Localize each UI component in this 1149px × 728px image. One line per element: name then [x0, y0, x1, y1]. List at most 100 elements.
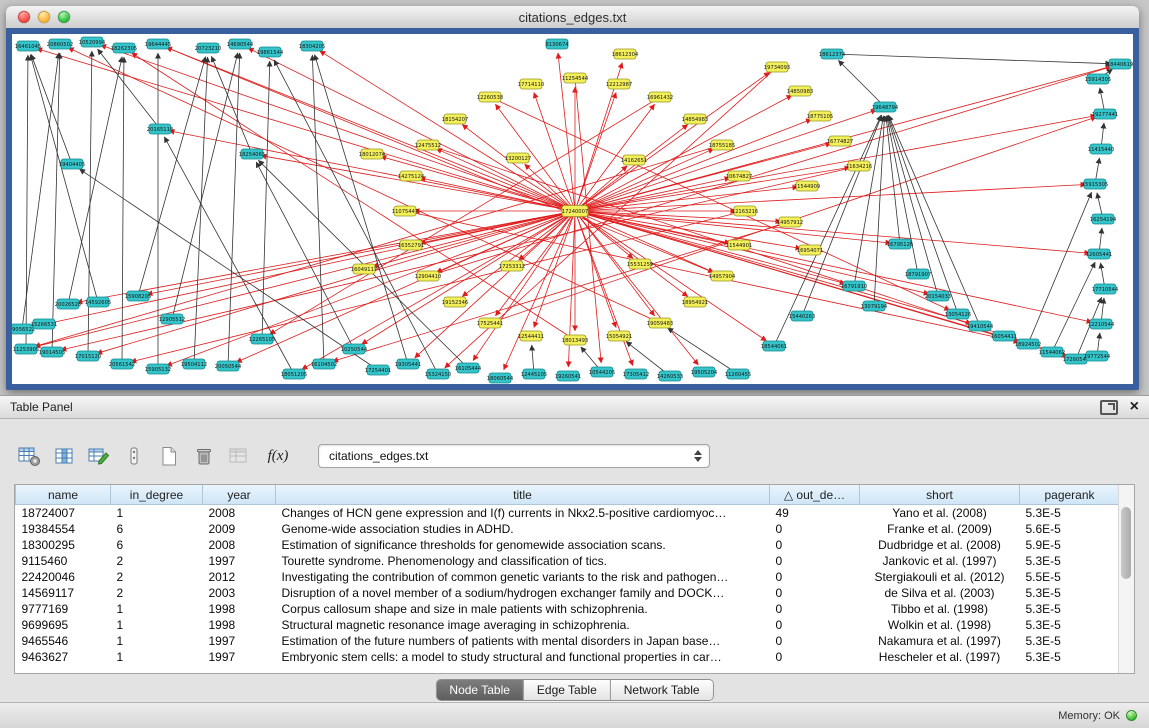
table-cell[interactable]: 9777169 [16, 601, 111, 617]
table-cell[interactable]: 6 [111, 537, 203, 553]
graph-edge[interactable] [1028, 192, 1092, 344]
graph-node[interactable]: 17305412 [623, 369, 649, 379]
graph-node[interactable]: 11415440 [1088, 144, 1114, 154]
graph-node[interactable]: 13054126 [945, 309, 971, 319]
edit-table-icon[interactable] [86, 444, 112, 468]
graph-node[interactable]: 19505204 [691, 367, 718, 377]
graph-node[interactable]: 12265105 [249, 334, 275, 344]
minimize-window-button[interactable] [38, 11, 50, 23]
graph-edge[interactable] [30, 55, 98, 302]
table-cell[interactable]: 1997 [203, 633, 276, 649]
table-cell[interactable]: Embryonic stem cells: a model to study s… [276, 649, 770, 665]
graph-node[interactable]: 16774827 [827, 136, 853, 146]
graph-node[interactable]: 20165118 [147, 124, 173, 134]
graph-node[interactable]: 17240007 [562, 206, 588, 217]
new-document-icon[interactable] [156, 444, 182, 468]
graph-node[interactable]: 14854983 [682, 114, 708, 124]
table-cell[interactable]: 2 [111, 569, 203, 585]
graph-node[interactable]: 16791910 [841, 281, 867, 291]
graph-node[interactable]: 16105444 [455, 363, 482, 373]
graph-node[interactable]: 18304205 [299, 41, 325, 51]
table-cell[interactable]: 5.3E-5 [1020, 505, 1120, 522]
graph-edge[interactable] [169, 131, 575, 211]
column-header-name[interactable]: name [16, 485, 111, 505]
graph-node[interactable]: 19305441 [395, 359, 421, 369]
table-cell[interactable]: Wolkin et al. (1998) [860, 617, 1020, 633]
graph-edge[interactable] [575, 116, 1096, 211]
table-cell[interactable]: Nakamura et al. (1997) [860, 633, 1020, 649]
graph-edge[interactable] [147, 211, 575, 294]
graph-node[interactable]: 18262305 [111, 43, 137, 53]
table-cell[interactable]: 5.3E-5 [1020, 585, 1120, 601]
tab-edge-table[interactable]: Edge Table [524, 680, 611, 700]
graph-node[interactable]: 8130674 [545, 39, 569, 49]
graph-edge[interactable] [838, 60, 885, 107]
graph-node[interactable]: 19734093 [764, 62, 790, 72]
graph-node[interactable]: 12544411 [518, 331, 544, 341]
table-cell[interactable]: 5.9E-5 [1020, 537, 1120, 553]
graph-node[interactable]: 16352791 [398, 240, 424, 250]
table-cell[interactable]: 2008 [203, 505, 276, 522]
table-cell[interactable]: Investigating the contribution of common… [276, 569, 770, 585]
table-cell[interactable]: Hescheler et al. (1997) [860, 649, 1020, 665]
graph-edge[interactable] [68, 57, 122, 304]
delete-table-icon[interactable] [191, 444, 217, 468]
graph-edge[interactable] [575, 119, 812, 211]
graph-node[interactable]: 11254544 [562, 73, 589, 83]
table-cell[interactable]: 9465546 [16, 633, 111, 649]
graph-node[interactable]: 11075447 [392, 206, 418, 216]
citation-network-graph[interactable]: 17240007 11254544 12212987 16961432 14854983… [12, 34, 1133, 384]
table-cell[interactable]: Tourette syndrome. Phenomenology and cla… [276, 553, 770, 569]
table-cell[interactable]: 0 [770, 633, 860, 649]
graph-node[interactable]: 10520994 [79, 37, 106, 47]
graph-node[interactable]: 12212987 [606, 79, 632, 89]
table-cell[interactable]: 5.3E-5 [1020, 553, 1120, 569]
graph-node[interactable]: 20154033 [925, 291, 951, 301]
graph-node[interactable]: 15914305 [1085, 74, 1111, 84]
graph-node[interactable]: 12260538 [477, 92, 503, 102]
table-cell[interactable]: 2 [111, 585, 203, 601]
graph-node[interactable]: 18791907 [905, 269, 931, 279]
graph-node[interactable]: 16961432 [647, 92, 673, 102]
table-row[interactable]: 969969511998Structural magnetic resonanc… [16, 617, 1120, 633]
graph-node[interactable]: 16254194 [1090, 214, 1117, 224]
table-cell[interactable]: 0 [770, 617, 860, 633]
graph-edge[interactable] [211, 56, 252, 154]
graph-edge[interactable] [274, 60, 438, 374]
table-cell[interactable]: 1997 [203, 553, 276, 569]
table-cell[interactable]: 5.3E-5 [1020, 601, 1120, 617]
table-cell[interactable]: 2 [111, 553, 203, 569]
table-cell[interactable]: 14569117 [16, 585, 111, 601]
graph-edge[interactable] [31, 54, 72, 164]
graph-node[interactable]: 11544901 [726, 240, 752, 250]
graph-edge[interactable] [138, 57, 206, 296]
graph-edge[interactable] [888, 115, 958, 314]
graph-edge[interactable] [428, 67, 1111, 276]
table-cell[interactable]: 0 [770, 569, 860, 585]
graph-node[interactable]: 19152346 [442, 297, 468, 307]
table-cell[interactable]: 1998 [203, 601, 276, 617]
graph-node[interactable]: 18051205 [281, 369, 307, 379]
graph-node[interactable]: 19772544 [1084, 351, 1111, 361]
graph-node[interactable]: 19861544 [257, 47, 284, 57]
table-cell[interactable]: 0 [770, 521, 860, 537]
graph-node[interactable]: 11253905 [13, 344, 39, 354]
table-cell[interactable]: 5.3E-5 [1020, 649, 1120, 665]
table-row[interactable]: 1830029562008Estimation of significance … [16, 537, 1120, 553]
graph-node[interactable]: 20026528 [55, 299, 81, 309]
graph-node[interactable]: 18440619 [1107, 59, 1133, 69]
graph-node[interactable]: 14592605 [85, 297, 111, 307]
close-window-button[interactable] [18, 11, 30, 23]
tab-node-table[interactable]: Node Table [436, 680, 524, 700]
graph-node[interactable]: 12605441 [1086, 249, 1112, 259]
graph-node[interactable]: 20723210 [195, 43, 221, 53]
graph-edge[interactable] [26, 55, 28, 349]
graph-edge[interactable] [68, 48, 660, 323]
graph-edge[interactable] [832, 54, 1111, 64]
table-cell[interactable]: 0 [770, 649, 860, 665]
table-cell[interactable]: 6 [111, 521, 203, 537]
graph-node[interactable]: 19648794 [872, 102, 899, 112]
graph-node[interactable]: 17714110 [518, 79, 544, 89]
table-row[interactable]: 946362711997Embryonic stem cells: a mode… [16, 649, 1120, 665]
graph-node[interactable]: 19504112 [181, 359, 207, 369]
